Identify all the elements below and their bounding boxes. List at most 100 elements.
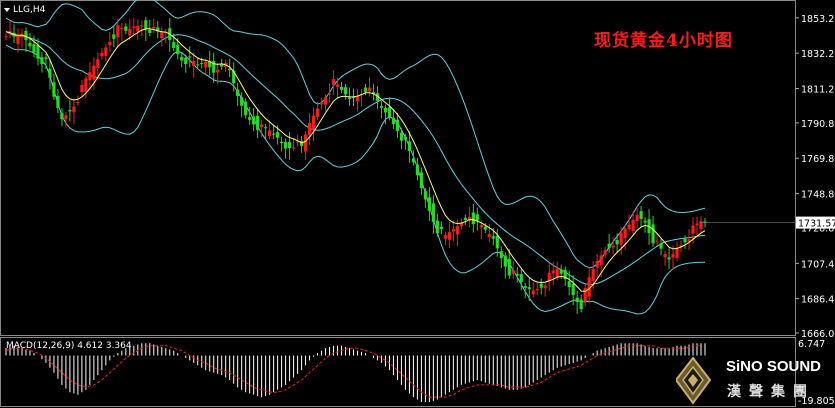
candle-body [88,72,92,81]
candle-body [248,117,252,120]
candle-body [52,82,56,97]
symbol-dropdown-icon[interactable] [4,8,10,12]
candle-body [571,283,575,295]
candle-body [124,26,128,31]
candle-body [415,164,420,176]
candle-body [276,132,280,138]
candle-body [104,47,108,56]
price-tick-label: 1748.80 [801,190,835,201]
candle-body [116,25,120,38]
candle-body [200,62,204,64]
candle-body [419,172,424,189]
candle-body [84,78,88,92]
candle-body [487,234,491,238]
candle-body [551,270,555,274]
candle-body [80,84,84,93]
candle-body [160,31,164,39]
candle-body [240,97,244,106]
candle-body [543,285,547,289]
candle-body [287,142,292,148]
candle-body [363,87,368,92]
candle-body [479,225,483,228]
candle-body [315,108,320,117]
candle-body [284,141,288,149]
candle-body [196,64,200,66]
candle-body [675,248,679,258]
price-tick-label: 1853.20 [801,14,835,25]
candle-body [635,215,639,222]
candle-body [28,43,32,47]
candlesticks [4,16,707,314]
candle-body [172,42,176,48]
candle-body [615,240,619,245]
chart-title: 现货黄金4小时图 [594,31,733,51]
brand-name-cn: 漢聲集團 [727,384,815,400]
candle-body [60,113,64,120]
candle-body [495,235,499,249]
candle-body [439,226,443,229]
candle-body [272,133,276,135]
candle-body [531,290,535,295]
candle-body [515,273,519,276]
candle-body [519,274,523,282]
candle-body [136,26,140,32]
candle-body [559,269,563,274]
candle-body [367,87,372,92]
candle-body [683,238,687,243]
candle-body [355,96,360,102]
candle-body [435,220,439,234]
candle-body [188,56,192,58]
candle-body [659,243,663,249]
candle-body [447,232,451,240]
candle-body [72,106,76,113]
candle-body [140,25,144,27]
candle-body [192,60,196,66]
candle-body [695,223,699,226]
candle-body [319,103,324,105]
candle-body [96,59,100,68]
candle-body [643,220,647,223]
candle-body [667,257,671,260]
candle-body [144,20,148,30]
candle-body [399,132,404,141]
candle-body [132,26,136,28]
candle-body [92,65,96,80]
candle-body [152,26,156,29]
candle-body [395,119,400,132]
candle-body [339,87,344,90]
candle-body [264,127,268,129]
candle-body [611,245,615,248]
candle-body [555,268,559,278]
candle-body [423,191,427,200]
price-axis: 1853.20 1832.20 1811.20 1790.80 1769.80 1748.… [700,14,835,340]
candle-body [228,68,232,71]
candle-body [44,57,48,59]
candle-body [307,123,312,135]
candle-body [535,289,539,291]
candle-body [303,134,308,152]
candle-body [120,28,124,30]
candle-body [100,53,104,57]
candle-body [48,68,52,78]
candle-body [335,84,340,87]
candle-body [451,229,455,232]
candle-body [627,224,631,229]
macd-panel [5,343,706,403]
candle-body [527,287,531,290]
candle-body [108,41,112,46]
candle-body [311,115,316,130]
candle-body [471,212,475,225]
candle-body [579,299,583,310]
candle-body [347,97,352,99]
candle-body [391,117,396,125]
candle-body [331,79,336,85]
candle-body [607,243,611,248]
candle-body [323,97,328,105]
candle-body [32,44,36,53]
price-tick-label: 1790.80 [801,119,835,130]
candle-body [431,203,435,223]
candle-body [623,228,627,239]
candle-body [443,235,447,239]
candle-body [483,226,487,230]
candle-body [216,69,220,73]
